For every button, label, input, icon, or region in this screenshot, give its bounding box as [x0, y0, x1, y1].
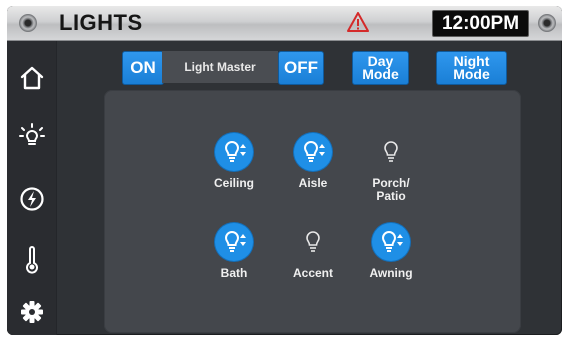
- sidebar-item-lights[interactable]: [7, 113, 56, 159]
- lightbulb-icon: [18, 123, 45, 145]
- screw-icon: [19, 14, 37, 32]
- light-label: Aisle: [298, 176, 328, 190]
- master-off-button[interactable]: OFF: [278, 51, 324, 85]
- night-mode-line2: Mode: [453, 66, 490, 82]
- sidebar: [7, 41, 57, 335]
- light-master-label: Light Master: [162, 51, 278, 83]
- home-icon: [20, 66, 43, 90]
- lights-panel: Ceiling Aisle Porch/ Patio Bath Accent A…: [104, 90, 521, 333]
- power-icon: [19, 187, 44, 211]
- night-mode-button[interactable]: Night Mode: [436, 51, 507, 85]
- light-label: Awning: [369, 266, 413, 280]
- clock-display: 12:00PM: [432, 10, 529, 37]
- warning-triangle-icon[interactable]: [347, 12, 369, 32]
- thermometer-icon: [25, 246, 38, 274]
- lights-screen: LIGHTS 12:00PM ON Light Master OFF Day M…: [7, 6, 562, 335]
- sidebar-item-settings[interactable]: [7, 289, 56, 335]
- light-label-line2: Patio: [376, 189, 406, 203]
- light-accent[interactable]: Accent: [278, 223, 348, 280]
- dimmable-bulb-on-icon: [215, 133, 253, 171]
- sidebar-item-home[interactable]: [7, 55, 56, 101]
- light-awning[interactable]: Awning: [356, 223, 426, 280]
- light-label: Porch/ Patio: [356, 177, 426, 203]
- day-mode-button[interactable]: Day Mode: [352, 51, 409, 85]
- screw-icon: [538, 14, 556, 32]
- light-label: Accent: [292, 266, 333, 280]
- dimmable-bulb-on-icon: [372, 223, 410, 261]
- light-label: Ceiling: [213, 176, 254, 190]
- gear-icon: [20, 301, 43, 323]
- bulb-off-icon: [294, 223, 332, 261]
- day-mode-line2: Mode: [362, 66, 399, 82]
- light-ceiling[interactable]: Ceiling: [199, 133, 269, 190]
- page-title: LIGHTS: [59, 10, 143, 35]
- dimmable-bulb-on-icon: [294, 133, 332, 171]
- sidebar-item-temperature[interactable]: [7, 237, 56, 283]
- bulb-off-icon: [372, 133, 410, 171]
- master-on-button[interactable]: ON: [122, 51, 164, 85]
- light-bath[interactable]: Bath: [199, 223, 269, 280]
- light-aisle[interactable]: Aisle: [278, 133, 348, 190]
- dimmable-bulb-on-icon: [215, 223, 253, 261]
- light-porch-patio[interactable]: Porch/ Patio: [356, 133, 426, 203]
- sidebar-item-power[interactable]: [7, 176, 56, 222]
- light-label: Bath: [220, 266, 248, 280]
- title-bar: LIGHTS 12:00PM: [7, 6, 562, 41]
